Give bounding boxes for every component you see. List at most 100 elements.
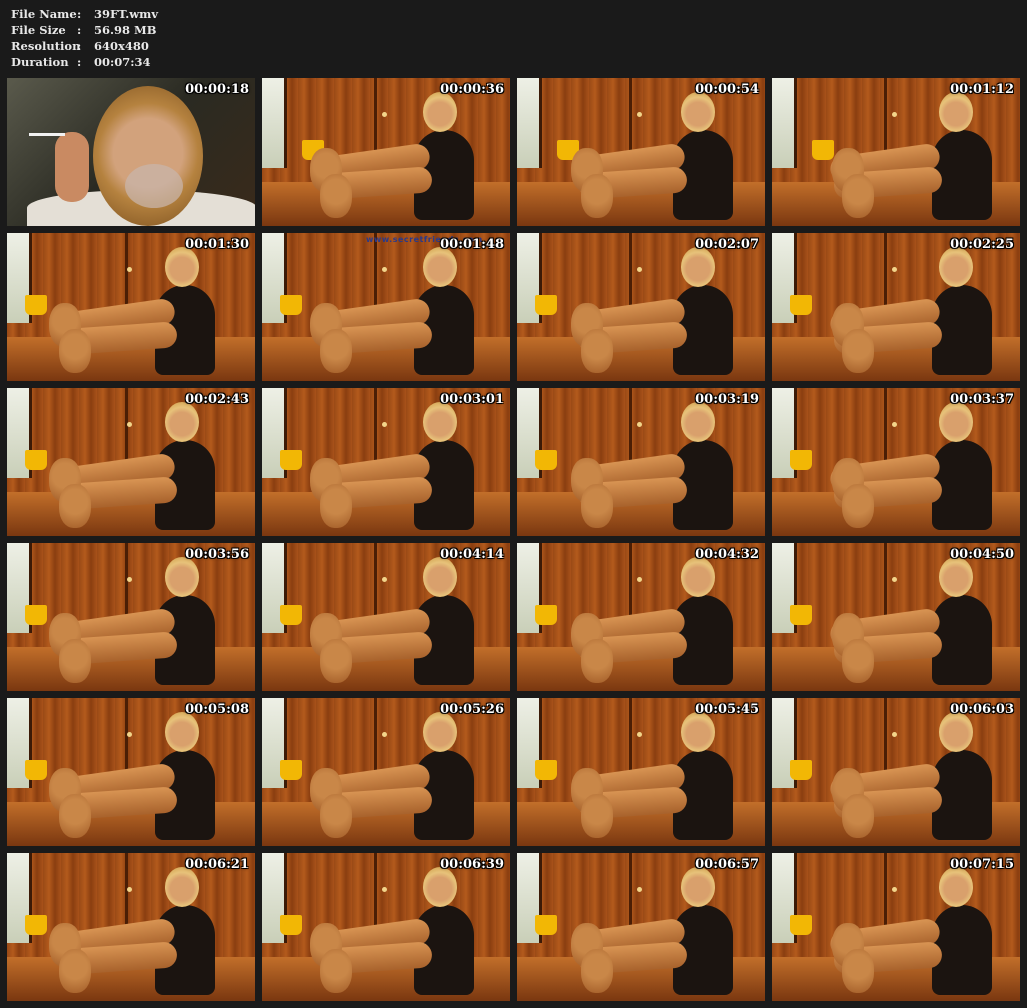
thumbnail: 00:07:15 [772,853,1020,1001]
timestamp-label: 00:00:54 [695,82,759,97]
thumbnail: 00:06:57 [517,853,765,1001]
cabinet-knob [892,577,897,582]
yellow-cup [790,605,812,625]
woman-head [165,402,199,442]
woman-head [939,867,973,907]
timestamp-label: 00:06:03 [950,702,1014,717]
foot [59,484,91,528]
foot [842,329,874,373]
foot [320,949,352,993]
timestamp-label: 00:02:07 [695,237,759,252]
foot [59,639,91,683]
thumbnail: 00:04:32 [517,543,765,691]
yellow-cup [790,915,812,935]
cabinet-knob [127,422,132,427]
cabinet-knob [382,887,387,892]
cabinet-knob [892,732,897,737]
duration-separator: : [77,55,82,69]
window [262,78,287,168]
foot [581,794,613,838]
foot [842,174,874,218]
thumbnail-grid: 00:00:18 00:00:36 00:00:54 00:01:12 00:01:30… [7,78,1020,1001]
woman-head [681,92,715,132]
woman-head [681,557,715,597]
cabinet-knob [892,422,897,427]
woman-head [939,247,973,287]
foot [59,949,91,993]
window [517,78,542,168]
cabinet-knob [637,732,642,737]
timestamp-label: 00:01:12 [950,82,1014,97]
yellow-cup [280,760,302,780]
foot [581,174,613,218]
yellow-cup [280,450,302,470]
timestamp-label: 00:04:50 [950,547,1014,562]
timestamp-label: 00:03:37 [950,392,1014,407]
woman-head [939,402,973,442]
foot [320,484,352,528]
timestamp-label: 00:00:18 [185,82,249,97]
woman-head [939,712,973,752]
file-name-separator: : [77,7,82,21]
yellow-cup [25,915,47,935]
cabinet-knob [637,887,642,892]
timestamp-label: 00:00:36 [440,82,504,97]
resolution-label: Resolution [11,39,81,53]
thumbnail: 00:02:07 [517,233,765,381]
woman-head [165,712,199,752]
timestamp-label: 00:04:14 [440,547,504,562]
timestamp-label: 00:05:08 [185,702,249,717]
cabinet-knob [127,267,132,272]
yellow-cup [25,605,47,625]
foot [320,174,352,218]
foot [581,949,613,993]
woman-head [165,247,199,287]
window [772,78,797,168]
timestamp-label: 00:05:45 [695,702,759,717]
yellow-cup [812,140,834,160]
timestamp-label: 00:03:19 [695,392,759,407]
yellow-cup [790,295,812,315]
thumbnail: 00:05:45 [517,698,765,846]
woman-head [939,92,973,132]
duration-row: Duration : 00:07:34 [11,54,158,70]
woman-head [423,92,457,132]
foot [842,484,874,528]
foot [842,639,874,683]
cabinet-knob [382,112,387,117]
foot [581,484,613,528]
foot [59,794,91,838]
yellow-cup [535,295,557,315]
thumbnail: 00:06:03 [772,698,1020,846]
cabinet-knob [382,577,387,582]
file-size-separator: : [77,23,82,37]
thumbnail: www.secretfriends.com 00:01:48 [262,233,510,381]
timestamp-label: 00:07:15 [950,857,1014,872]
file-name-label: File Name [11,7,77,21]
thumbnail: 00:00:18 [7,78,255,226]
cabinet-knob [637,577,642,582]
foot [842,949,874,993]
thumbnail: 00:03:01 [262,388,510,536]
timestamp-label: 00:01:30 [185,237,249,252]
yellow-cup [25,760,47,780]
foot [320,639,352,683]
timestamp-label: 00:01:48 [440,237,504,252]
thumbnail: 00:04:50 [772,543,1020,691]
yellow-cup [790,450,812,470]
foot [581,639,613,683]
timestamp-label: 00:06:39 [440,857,504,872]
duration-label: Duration [11,55,69,69]
thumbnail: 00:00:54 [517,78,765,226]
thumbnail: 00:05:26 [262,698,510,846]
timestamp-label: 00:02:43 [185,392,249,407]
woman-head [165,867,199,907]
cabinet-knob [892,267,897,272]
cabinet-knob [127,732,132,737]
foot [842,794,874,838]
cabinet-knob [382,267,387,272]
cabinet-knob [892,887,897,892]
cabinet-knob [382,422,387,427]
timestamp-label: 00:06:57 [695,857,759,872]
cabinet-knob [127,577,132,582]
